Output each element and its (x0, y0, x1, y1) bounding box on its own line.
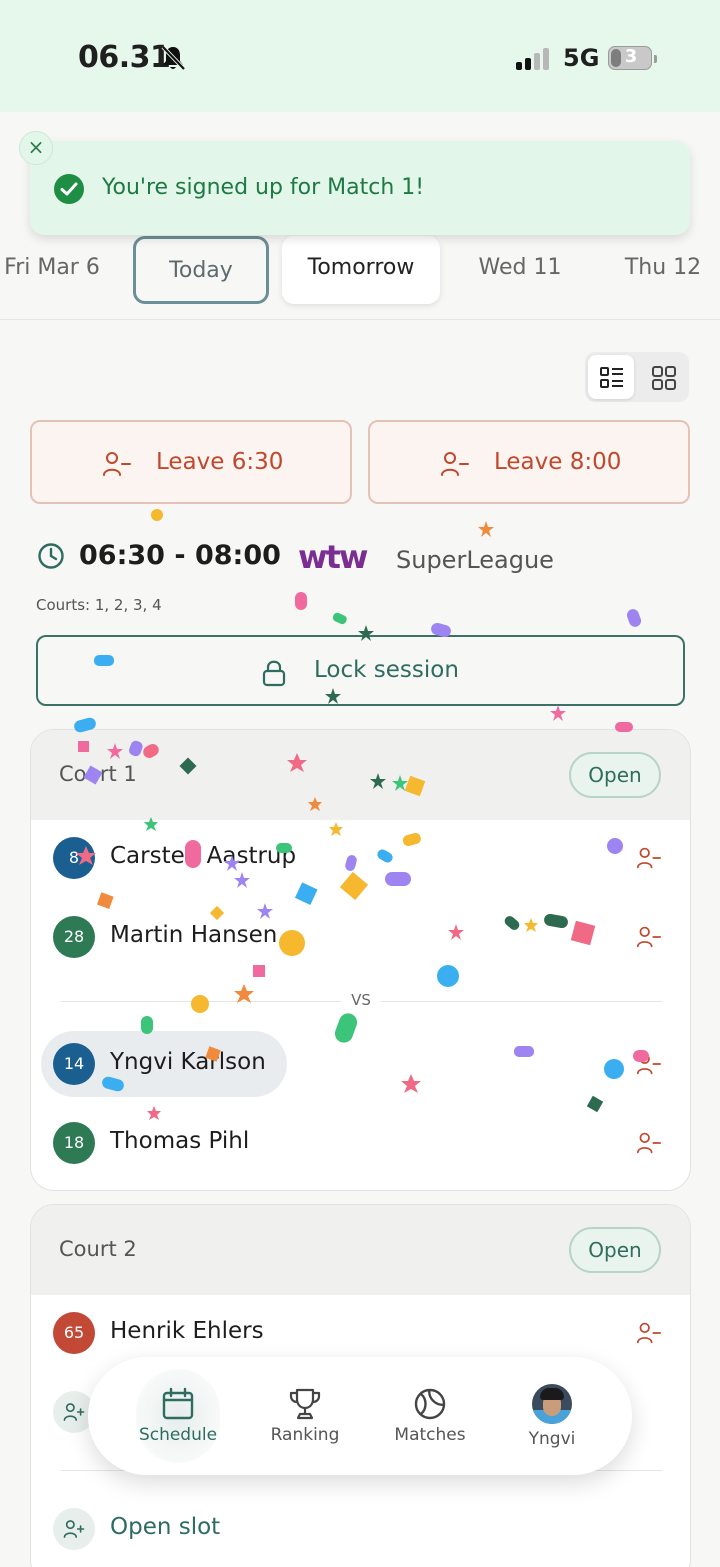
status-bar: 06.31 5G 3 (0, 0, 720, 112)
player-row[interactable]: 28 Martin Hansen (31, 907, 690, 967)
lock-icon (262, 660, 286, 687)
open-slot-row[interactable]: Open slot (31, 1499, 690, 1559)
court-1-status-badge[interactable]: Open (569, 752, 661, 798)
player-name: Martin Hansen (110, 922, 278, 948)
user-plus-icon (63, 1403, 85, 1421)
view-toggle (585, 352, 689, 402)
ball-icon (414, 1388, 446, 1420)
league-name: SuperLeague (396, 546, 554, 574)
add-player-button[interactable] (53, 1508, 95, 1550)
nav-schedule-label: Schedule (138, 1425, 218, 1445)
session-time-range: 06:30 - 08:00 (79, 540, 281, 571)
avatar (532, 1384, 572, 1424)
player-rank-badge: 28 (53, 916, 95, 958)
bell-muted-icon (161, 45, 186, 71)
user-minus-icon (103, 452, 131, 476)
leave-630-label: Leave 6:30 (156, 449, 284, 475)
court-2-title: Court 2 (59, 1237, 137, 1261)
sponsor-logo: wtw (298, 538, 368, 576)
open-slot-label: Open slot (110, 1514, 221, 1540)
nav-ranking[interactable]: Ranking (245, 1357, 365, 1475)
court-1-card: Court 1 Open 8 Carsten Aastrup 28 Martin… (30, 729, 691, 1191)
player-rank-badge: 65 (53, 1312, 95, 1354)
remove-player-icon[interactable] (636, 846, 662, 870)
check-circle-icon (54, 174, 84, 204)
trophy-icon (289, 1388, 321, 1420)
remove-player-icon[interactable] (636, 1131, 662, 1155)
player-name: Carsten Aastrup (110, 843, 297, 869)
lock-session-button[interactable]: Lock session (36, 635, 685, 706)
leave-800-button[interactable]: Leave 8:00 (368, 420, 690, 504)
user-plus-icon (63, 1520, 85, 1538)
lock-session-label: Lock session (314, 657, 459, 683)
grid-view-icon (652, 366, 676, 390)
nav-schedule[interactable]: Schedule (118, 1357, 238, 1475)
remove-player-icon[interactable] (636, 925, 662, 949)
clock: 06.31 (78, 40, 171, 75)
court-2-status-badge[interactable]: Open (569, 1227, 661, 1273)
player-rank-badge: 18 (53, 1122, 95, 1164)
date-tab-today[interactable]: Today (133, 236, 269, 304)
signal-icon (516, 48, 552, 70)
nav-matches[interactable]: Matches (370, 1357, 490, 1475)
battery-tip (654, 55, 657, 63)
date-tab-wed-11[interactable]: Wed 11 (462, 236, 578, 304)
nav-ranking-label: Ranking (270, 1425, 340, 1445)
user-minus-icon (441, 452, 469, 476)
date-tab-fri-mar-6[interactable]: Fri Mar 6 (0, 236, 108, 304)
leave-800-label: Leave 8:00 (494, 449, 622, 475)
player-row[interactable]: 8 Carsten Aastrup (31, 828, 690, 888)
player-row[interactable]: 65 Henrik Ehlers (31, 1303, 690, 1363)
date-selector: Fri Mar 6 Today Tomorrow Wed 11 Thu 12 (0, 236, 720, 320)
remove-player-icon[interactable] (636, 1321, 662, 1345)
player-name: Yngvi Karlson (110, 1049, 266, 1075)
nav-matches-label: Matches (394, 1425, 466, 1445)
list-view-button[interactable] (588, 355, 634, 399)
bottom-nav: Schedule Ranking Matches Yngvi (88, 1357, 632, 1475)
player-rank-badge: 14 (53, 1043, 95, 1085)
player-name: Henrik Ehlers (110, 1318, 264, 1344)
court-1-title: Court 1 (59, 762, 137, 786)
vs-label: VS (341, 991, 381, 1009)
leave-630-button[interactable]: Leave 6:30 (30, 420, 352, 504)
date-tab-tomorrow[interactable]: Tomorrow (282, 236, 440, 304)
clock-icon (38, 543, 64, 569)
calendar-icon (162, 1387, 194, 1420)
network-type: 5G (563, 44, 600, 72)
nav-profile-label: Yngvi (528, 1429, 576, 1449)
list-view-icon (600, 367, 623, 388)
success-toast: You're signed up for Match 1! (30, 141, 690, 235)
courts-list: Courts: 1, 2, 3, 4 (36, 596, 162, 614)
battery-level: 3 (624, 46, 638, 67)
court-1-header: Court 1 Open (31, 730, 690, 820)
court-2-header: Court 2 Open (31, 1205, 690, 1295)
player-row-current-user[interactable]: 14 Yngvi Karlson (31, 1031, 690, 1097)
date-tab-thu-12[interactable]: Thu 12 (610, 236, 716, 304)
nav-profile[interactable]: Yngvi (492, 1357, 612, 1475)
player-row[interactable]: 18 Thomas Pihl (31, 1113, 690, 1173)
battery-icon: 3 (608, 46, 652, 70)
player-name: Thomas Pihl (110, 1128, 250, 1154)
close-icon[interactable]: × (19, 131, 53, 165)
remove-player-icon[interactable] (636, 1052, 662, 1076)
grid-view-button[interactable] (640, 355, 686, 399)
toast-message: You're signed up for Match 1! (102, 175, 425, 200)
player-rank-badge: 8 (53, 837, 95, 879)
